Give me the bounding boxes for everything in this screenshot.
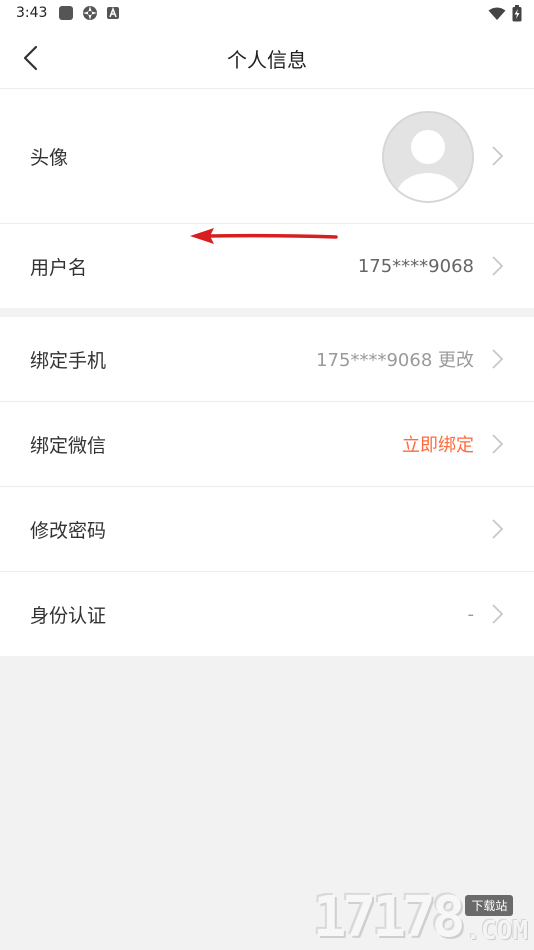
bind-wechat-now-link[interactable]: 立即绑定 (402, 431, 474, 457)
account-section: 绑定手机 175****9068 更改 绑定微信 立即绑定 修改密码 身份认证 … (0, 317, 534, 656)
page-title: 个人信息 (227, 48, 307, 72)
avatar[interactable] (382, 111, 474, 203)
username-label: 用户名 (30, 256, 88, 279)
watermark-number: 17178 (312, 885, 466, 950)
bind-wechat-label: 绑定微信 (30, 434, 107, 457)
wifi-icon (488, 7, 506, 20)
chevron-right-icon (492, 519, 504, 539)
username-value: 175****9068 (357, 255, 474, 277)
bind-phone-value-wrap: 175****9068 更改 (316, 346, 474, 372)
annotation-arrow-icon (190, 228, 338, 244)
identity-verification-value: - (467, 603, 475, 625)
profile-section: 头像 用户名 175****9068 (0, 89, 534, 308)
bind-phone-label: 绑定手机 (30, 349, 107, 372)
system-tray (488, 5, 522, 22)
battery-charging-icon (512, 5, 522, 22)
default-avatar-icon (384, 113, 472, 201)
avatar-label: 头像 (30, 146, 69, 169)
identity-value-wrap: - (468, 604, 475, 625)
chevron-right-icon (492, 604, 504, 624)
watermark-side: 下载站 .COM (465, 895, 528, 946)
identity-verification-row[interactable]: 身份认证 - (0, 572, 534, 656)
change-password-label: 修改密码 (30, 519, 107, 542)
chevron-right-icon (492, 434, 504, 454)
status-bar: 3:43 (0, 0, 534, 28)
watermark-suffix: .COM (465, 916, 528, 946)
navigation-bar: 个人信息 (0, 28, 534, 89)
avatar-row[interactable]: 头像 (0, 89, 534, 224)
change-password-row[interactable]: 修改密码 (0, 487, 534, 572)
bind-phone-value: 175****9068 更改 (316, 350, 474, 371)
status-icons (58, 5, 120, 21)
chevron-right-icon (492, 146, 504, 166)
a-badge-icon (107, 6, 119, 19)
watermark-logo: 17178 下载站 .COM (312, 885, 528, 950)
status-time: 3:43 (16, 5, 48, 21)
username-value-wrap: 175****9068 (358, 256, 474, 277)
bind-wechat-row[interactable]: 绑定微信 立即绑定 (0, 402, 534, 487)
identity-verification-label: 身份认证 (30, 604, 107, 627)
chevron-right-icon (492, 349, 504, 369)
stop-square-icon (59, 6, 73, 20)
watermark-badge: 下载站 (465, 895, 514, 916)
bind-wechat-value-wrap: 立即绑定 (402, 431, 474, 457)
bind-phone-row[interactable]: 绑定手机 175****9068 更改 (0, 317, 534, 402)
chevron-right-icon (492, 256, 504, 276)
aperture-icon (83, 6, 97, 20)
